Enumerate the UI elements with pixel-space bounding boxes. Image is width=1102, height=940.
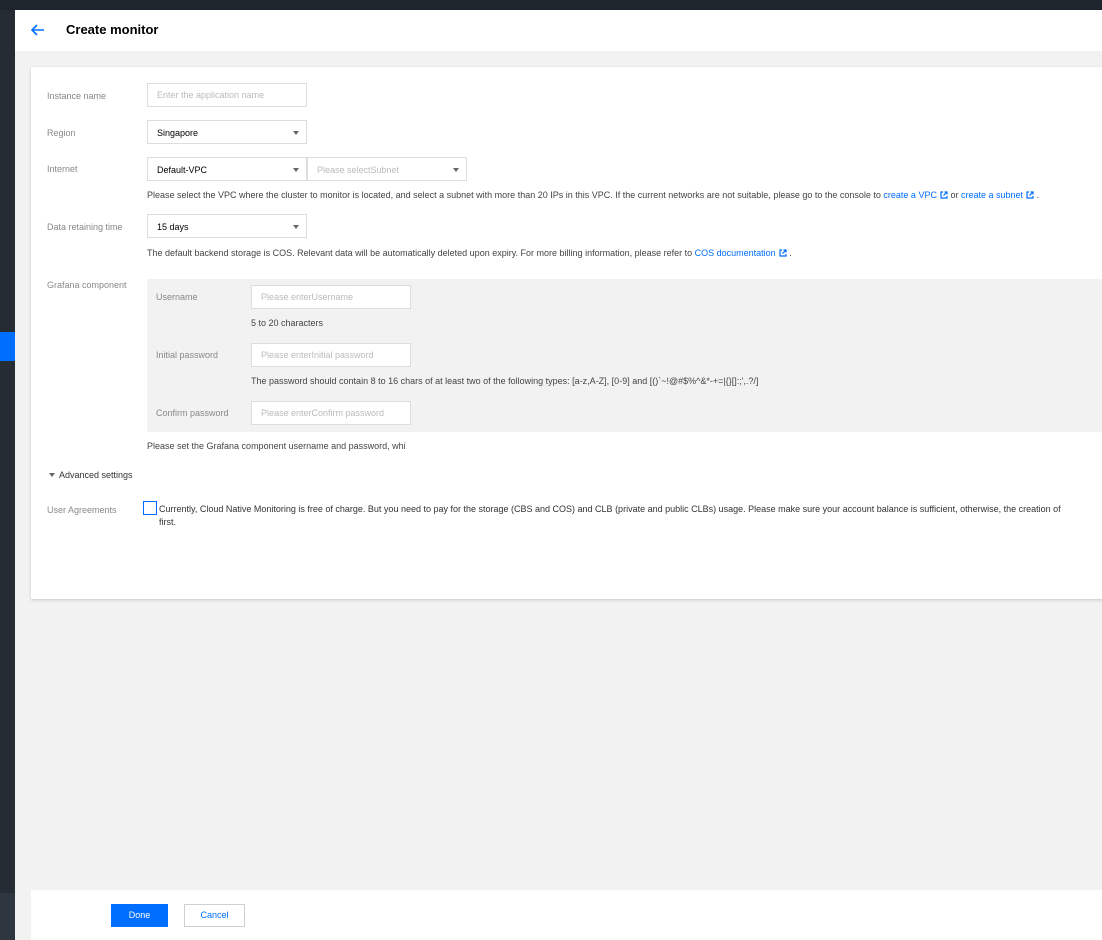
internet-help-text: Please select the VPC where the cluster … xyxy=(147,190,881,200)
agreement-text: Currently, Cloud Native Monitoring is fr… xyxy=(159,503,1102,529)
data-retaining-value: 15 days xyxy=(157,222,189,232)
data-retaining-select[interactable]: 15 days xyxy=(147,214,307,238)
data-retaining-help-suffix: . xyxy=(789,248,792,258)
caret-down-icon xyxy=(49,473,55,477)
chevron-down-icon xyxy=(293,225,299,229)
internet-label: Internet xyxy=(47,164,78,174)
arrow-left-icon xyxy=(31,24,44,36)
confirm-password-input[interactable]: Please enterConfirm password xyxy=(251,401,411,425)
page-title: Create monitor xyxy=(66,22,159,37)
chevron-down-icon xyxy=(293,131,299,135)
internet-help-suffix: . xyxy=(1036,190,1040,200)
sidebar xyxy=(0,10,15,940)
cancel-button[interactable]: Cancel xyxy=(184,904,245,927)
external-link-icon xyxy=(779,249,787,257)
advanced-settings-label: Advanced settings xyxy=(59,470,133,480)
instance-name-input[interactable]: Enter the application name xyxy=(147,83,307,107)
subnet-placeholder: Please selectSubnet xyxy=(317,165,400,175)
region-label: Region xyxy=(47,128,76,138)
data-retaining-help-text: The default backend storage is COS. Rele… xyxy=(147,248,693,258)
create-subnet-link[interactable]: create a subnet xyxy=(961,190,1034,200)
cos-documentation-link[interactable]: COS documentation xyxy=(695,248,787,258)
footer-bar: Done Cancel xyxy=(31,890,1102,940)
agreement-line-2: first. xyxy=(159,517,176,527)
sidebar-bottom-panel xyxy=(0,893,15,940)
grafana-note: Please set the Grafana component usernam… xyxy=(147,441,406,451)
confirm-password-label: Confirm password xyxy=(156,408,229,418)
page: Create monitor Instance name Enter the a… xyxy=(15,10,1102,940)
password-help: The password should contain 8 to 16 char… xyxy=(251,376,759,386)
grafana-label: Grafana component xyxy=(47,280,127,290)
username-label: Username xyxy=(156,292,198,302)
top-bar xyxy=(0,0,1102,10)
form-card: Instance name Enter the application name… xyxy=(31,67,1102,599)
vpc-select[interactable]: Default-VPC xyxy=(147,157,307,181)
initial-password-label: Initial password xyxy=(156,350,219,360)
grafana-panel: Username Please enterUsername 5 to 20 ch… xyxy=(147,279,1102,432)
external-link-icon xyxy=(940,191,948,199)
internet-help: Please select the VPC where the cluster … xyxy=(147,190,1039,200)
cos-documentation-link-label: COS documentation xyxy=(694,248,776,258)
initial-password-input[interactable]: Please enterInitial password xyxy=(251,343,411,367)
sidebar-active-indicator[interactable] xyxy=(0,332,15,361)
create-subnet-link-label: create a subnet xyxy=(961,190,1024,200)
page-header: Create monitor xyxy=(15,10,1102,51)
advanced-settings-toggle[interactable]: Advanced settings xyxy=(49,470,133,480)
data-retaining-help: The default backend storage is COS. Rele… xyxy=(147,248,792,258)
vpc-value: Default-VPC xyxy=(157,165,208,175)
username-input[interactable]: Please enterUsername xyxy=(251,285,411,309)
region-value: Singapore xyxy=(157,128,199,138)
create-vpc-link[interactable]: create a VPC xyxy=(883,190,948,200)
agreement-checkbox[interactable] xyxy=(143,501,157,515)
user-agreements-label: User Agreements xyxy=(47,505,117,515)
internet-help-or: or xyxy=(950,190,959,200)
done-button[interactable]: Done xyxy=(111,904,168,927)
chevron-down-icon xyxy=(453,168,459,172)
external-link-icon xyxy=(1026,191,1034,199)
data-retaining-label: Data retaining time xyxy=(47,222,123,232)
region-select[interactable]: Singapore xyxy=(147,120,307,144)
subnet-select[interactable]: Please selectSubnet xyxy=(307,157,467,181)
instance-name-label: Instance name xyxy=(47,91,107,101)
agreement-line-1: Currently, Cloud Native Monitoring is fr… xyxy=(159,504,1061,514)
username-help: 5 to 20 characters xyxy=(251,318,324,328)
back-button[interactable] xyxy=(28,20,48,40)
chevron-down-icon xyxy=(293,168,299,172)
create-vpc-link-label: create a VPC xyxy=(883,190,937,200)
